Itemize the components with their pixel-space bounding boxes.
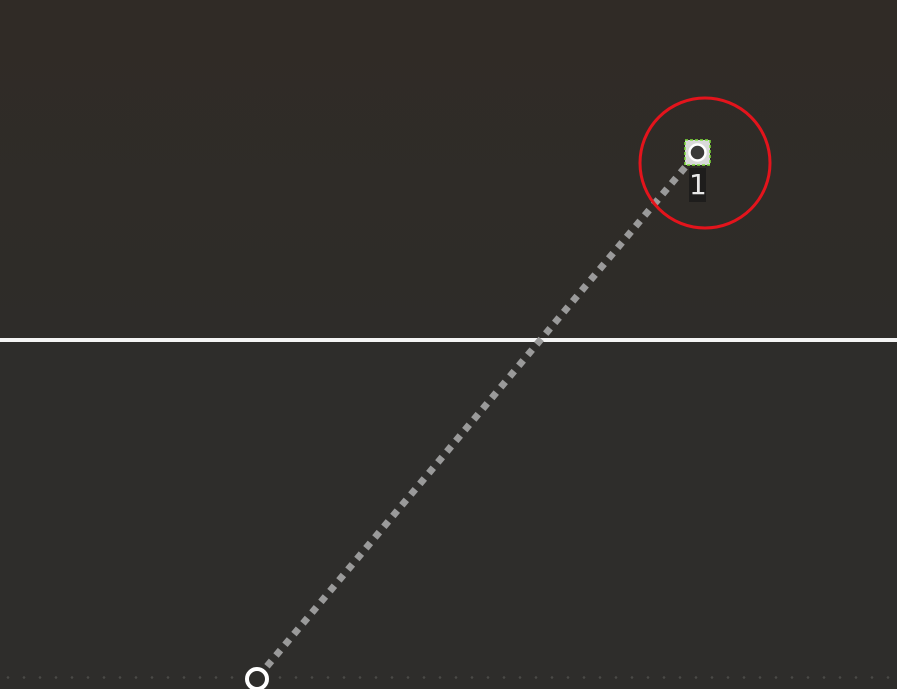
connector-line <box>255 150 700 680</box>
annotation-layer <box>245 96 772 689</box>
anchor-point-handle[interactable] <box>245 667 269 689</box>
selected-point-handle[interactable] <box>684 139 711 166</box>
point-number-label: 1 <box>689 168 707 202</box>
canvas-viewport[interactable]: 1 <box>0 0 897 689</box>
